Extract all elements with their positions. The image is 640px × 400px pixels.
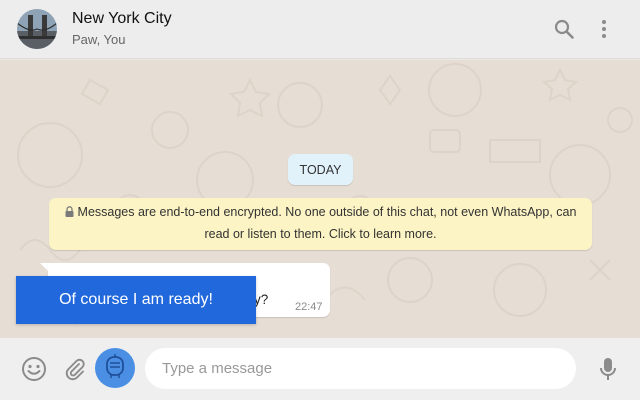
robot-button[interactable] <box>95 348 135 388</box>
message-text: y? <box>254 292 269 307</box>
message-time: 22:47 <box>295 301 323 313</box>
emoji-icon[interactable] <box>21 356 47 387</box>
microphone-icon[interactable] <box>598 357 618 388</box>
robot-icon <box>104 353 126 384</box>
composer-bar <box>0 338 640 400</box>
message-input[interactable] <box>145 348 576 389</box>
chat-participants: Paw, You <box>72 32 126 47</box>
search-icon[interactable] <box>553 18 575 40</box>
date-separator: TODAY <box>288 154 353 185</box>
more-vert-icon[interactable] <box>593 18 615 40</box>
avatar[interactable] <box>17 9 57 49</box>
lock-icon <box>65 203 74 224</box>
encryption-notice-text: Messages are end-to-end encrypted. No on… <box>77 205 577 241</box>
chat-header: New York City Paw, You <box>0 0 640 59</box>
chat-title[interactable]: New York City <box>72 10 172 28</box>
encryption-notice[interactable]: Messages are end-to-end encrypted. No on… <box>49 198 592 250</box>
quick-reply-button[interactable]: Of course I am ready! <box>16 276 256 324</box>
paperclip-icon[interactable] <box>63 357 87 386</box>
